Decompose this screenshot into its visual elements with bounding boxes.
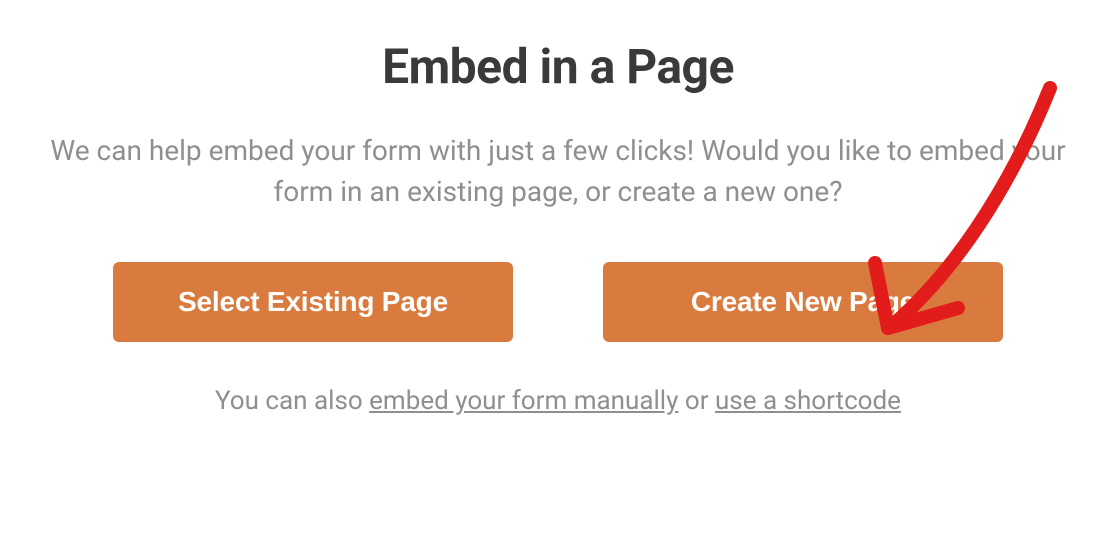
use-shortcode-link[interactable]: use a shortcode bbox=[715, 386, 901, 416]
embed-manually-link[interactable]: embed your form manually bbox=[369, 386, 678, 416]
footer-text: You can also embed your form manually or… bbox=[215, 386, 901, 416]
select-existing-page-button[interactable]: Select Existing Page bbox=[113, 262, 513, 342]
footer-mid: or bbox=[678, 386, 715, 416]
button-row: Select Existing Page Create New Page bbox=[113, 262, 1003, 342]
footer-prefix: You can also bbox=[215, 386, 369, 416]
create-new-page-button[interactable]: Create New Page bbox=[603, 262, 1003, 342]
dialog-title: Embed in a Page bbox=[382, 38, 734, 95]
dialog-description: We can help embed your form with just a … bbox=[28, 131, 1088, 212]
